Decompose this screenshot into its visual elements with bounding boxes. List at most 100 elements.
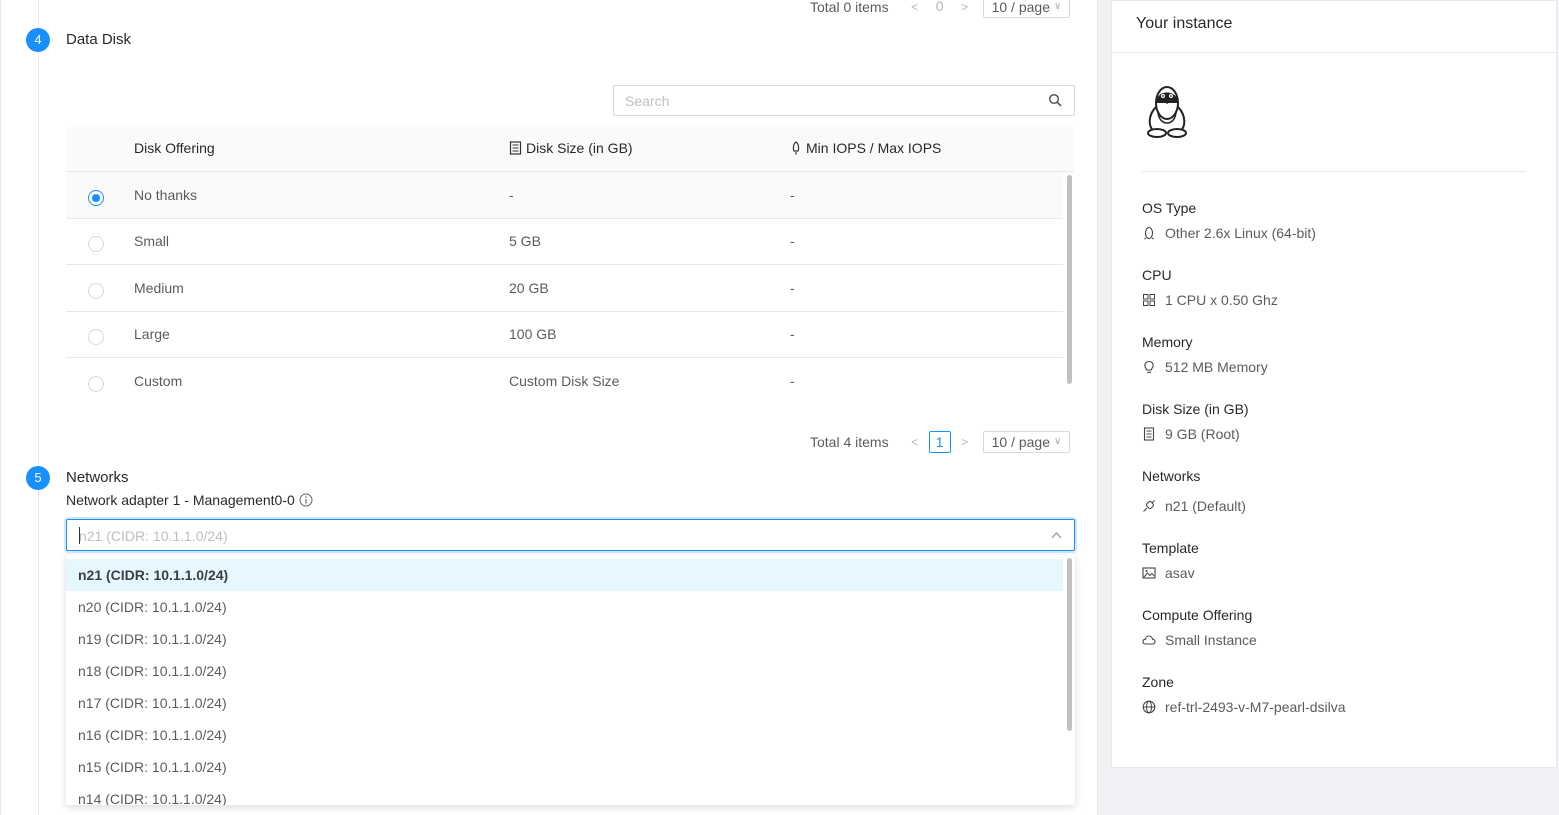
prev-page-icon[interactable]: < — [903, 435, 927, 449]
info-os-type: OS Type Other 2.6x Linux (64-bit) — [1142, 200, 1316, 241]
info-value-text: ref-trl-2493-v-M7-pearl-dsilva — [1165, 699, 1346, 715]
col-disk-offering-label: Disk Offering — [134, 140, 215, 156]
cpu-icon — [1143, 294, 1155, 306]
disk-name: No thanks — [134, 187, 198, 203]
info-label: Template — [1142, 540, 1199, 556]
info-value-text: asav — [1165, 565, 1195, 581]
prev-page-icon[interactable]: < — [903, 0, 927, 14]
picture-icon — [1142, 567, 1156, 579]
disk-name: Custom — [134, 373, 183, 389]
info-value: ref-trl-2493-v-M7-pearl-dsilva — [1142, 699, 1346, 715]
disk-radio[interactable] — [88, 329, 104, 345]
instance-summary-card: Your instance OS Type Other 2.6x Linux (… — [1111, 0, 1557, 768]
disk-size: 20 GB — [509, 280, 549, 296]
disk-radio[interactable] — [88, 283, 104, 299]
disk-size: - — [509, 187, 514, 203]
info-value-text: 512 MB Memory — [1165, 359, 1268, 375]
table-scrollbar[interactable] — [1067, 175, 1072, 384]
disk-radio[interactable] — [88, 236, 104, 252]
cloud-icon — [1142, 635, 1156, 645]
table-row[interactable]: Custom Custom Disk Size - — [66, 358, 1063, 405]
network-select-placeholder: n21 (CIDR: 10.1.1.0/24) — [79, 528, 228, 544]
col-disk-size-label: Disk Size (in GB) — [526, 140, 633, 156]
disk-size: 5 GB — [509, 233, 541, 249]
info-value: 1 CPU x 0.50 Ghz — [1142, 292, 1278, 308]
disk-iops: - — [790, 233, 795, 249]
next-page-icon[interactable]: > — [953, 0, 977, 14]
disk-iops: - — [790, 373, 795, 389]
search-icon[interactable] — [1048, 93, 1062, 107]
info-icon[interactable] — [299, 493, 313, 507]
network-dropdown: n21 (CIDR: 10.1.1.0/24) n20 (CIDR: 10.1.… — [66, 555, 1075, 805]
page-size-select[interactable]: 10 / page ∨ — [982, 431, 1071, 453]
col-iops-label: Min IOPS / Max IOPS — [806, 140, 942, 156]
network-option[interactable]: n14 (CIDR: 10.1.1.0/24) — [66, 783, 1063, 805]
pager-total: Total 4 items — [810, 434, 889, 450]
info-label: OS Type — [1142, 200, 1197, 216]
pager-total: Total 0 items — [810, 0, 889, 15]
info-value: Small Instance — [1142, 632, 1257, 648]
next-page-icon[interactable]: > — [953, 435, 977, 449]
disk-iops: - — [790, 326, 795, 342]
disk-size: Custom Disk Size — [509, 373, 620, 389]
info-disk-size: Disk Size (in GB) 9 GB (Root) — [1142, 401, 1249, 442]
disk-icon — [1143, 427, 1155, 441]
network-option[interactable]: n16 (CIDR: 10.1.1.0/24) — [66, 719, 1063, 751]
table-row[interactable]: No thanks - - — [66, 172, 1063, 219]
disk-radio[interactable] — [88, 376, 104, 392]
steps-line — [38, 0, 39, 815]
network-option[interactable]: n15 (CIDR: 10.1.1.0/24) — [66, 751, 1063, 783]
text-caret — [79, 527, 80, 544]
chevron-up-icon[interactable] — [1051, 530, 1062, 541]
col-disk-offering: Disk Offering — [134, 140, 215, 156]
info-compute-offering: Compute Offering Small Instance — [1142, 607, 1257, 648]
info-value-text: 1 CPU x 0.50 Ghz — [1165, 292, 1278, 308]
network-option[interactable]: n19 (CIDR: 10.1.1.0/24) — [66, 623, 1063, 655]
network-select[interactable]: n21 (CIDR: 10.1.1.0/24) — [66, 519, 1075, 551]
info-label: Memory — [1142, 334, 1193, 350]
bulb-icon — [1144, 360, 1154, 373]
info-value-text: Small Instance — [1165, 632, 1257, 648]
global-icon — [1142, 700, 1156, 714]
info-value-text: n21 (Default) — [1165, 498, 1246, 514]
chevron-down-icon: ∨ — [1053, 1, 1062, 12]
chevron-down-icon: ∨ — [1053, 436, 1062, 447]
info-zone: Zone ref-trl-2493-v-M7-pearl-dsilva — [1142, 674, 1346, 715]
info-template: Template asav — [1142, 540, 1199, 581]
disk-name: Large — [134, 326, 170, 342]
network-option[interactable]: n18 (CIDR: 10.1.1.0/24) — [66, 655, 1063, 687]
step-4-badge: 4 — [26, 28, 50, 52]
info-label: Disk Size (in GB) — [1142, 401, 1249, 417]
table-row[interactable]: Small 5 GB - — [66, 218, 1063, 265]
info-value: 512 MB Memory — [1142, 359, 1268, 375]
disk-search[interactable] — [613, 85, 1075, 116]
info-label: Networks — [1142, 468, 1201, 484]
linux-icon — [1144, 226, 1154, 240]
disk-pager: Total 4 items < 1 > 10 / page ∨ — [810, 431, 1071, 453]
data-disk-title: Data Disk — [66, 31, 132, 48]
info-label: CPU — [1142, 267, 1172, 283]
pager-page[interactable]: 0 — [929, 0, 951, 18]
info-value: 9 GB (Root) — [1142, 426, 1249, 442]
info-value: n21 (Default) — [1142, 498, 1246, 514]
network-option[interactable]: n21 (CIDR: 10.1.1.0/24) — [66, 559, 1063, 591]
networks-title: Networks — [66, 469, 129, 486]
main-panel: Total 0 items < 0 > 10 / page ∨ 4 Data Di… — [0, 0, 1098, 815]
dropdown-scrollbar[interactable] — [1067, 558, 1072, 731]
adapter-label: Network adapter 1 - Management0-0 — [66, 492, 313, 508]
table-row[interactable]: Medium 20 GB - — [66, 265, 1063, 312]
page-size-select[interactable]: 10 / page ∨ — [982, 0, 1071, 18]
adapter-label-text: Network adapter 1 - Management0-0 — [66, 492, 295, 508]
network-option[interactable]: n17 (CIDR: 10.1.1.0/24) — [66, 687, 1063, 719]
pager-page[interactable]: 1 — [928, 431, 951, 453]
info-value-text: Other 2.6x Linux (64-bit) — [1165, 225, 1316, 241]
api-icon — [1143, 500, 1155, 512]
disk-name: Medium — [134, 280, 184, 296]
disk-size: 100 GB — [509, 326, 557, 342]
disk-search-input[interactable] — [614, 86, 1034, 115]
table-row[interactable]: Large 100 GB - — [66, 311, 1063, 358]
disk-radio[interactable] — [88, 190, 104, 206]
info-memory: Memory 512 MB Memory — [1142, 334, 1268, 375]
network-option[interactable]: n20 (CIDR: 10.1.1.0/24) — [66, 591, 1063, 623]
step-5-badge: 5 — [26, 466, 50, 490]
